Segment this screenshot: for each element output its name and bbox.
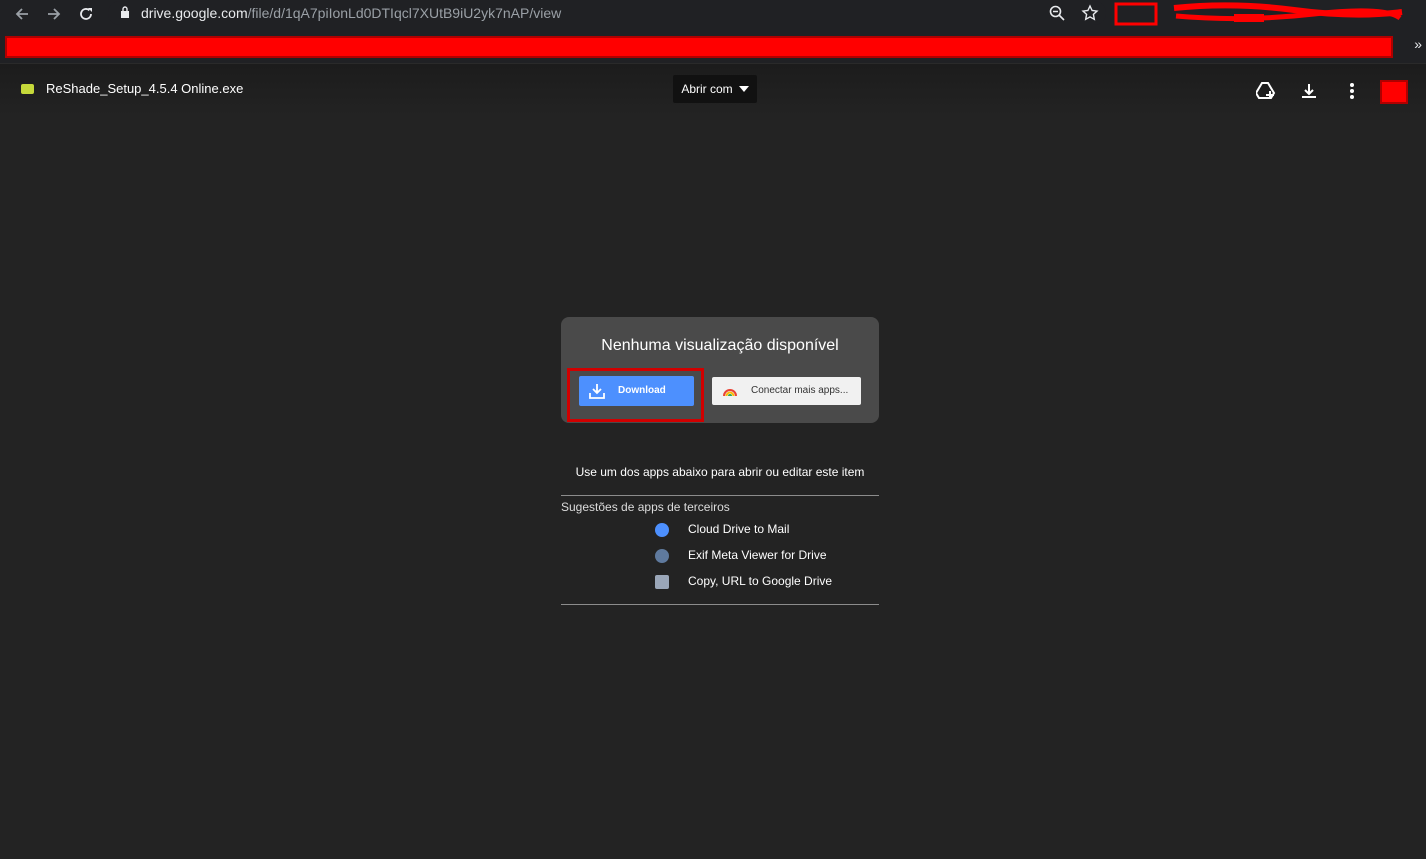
arrow-left-icon [15, 8, 28, 20]
app-label: Exif Meta Viewer for Drive [688, 548, 827, 562]
bookmarks-redaction [5, 36, 1393, 58]
app-label: Cloud Drive to Mail [688, 522, 790, 536]
url-path: /file/d/1qA7piIonLd0DTIqcl7XUtB9iU2yk7nA… [247, 5, 562, 21]
file-name: ReShade_Setup_4.5.4 Online.exe [46, 81, 244, 96]
zoom-icon[interactable] [1048, 4, 1066, 22]
connect-more-apps-button[interactable]: Conectar mais apps... [712, 377, 861, 405]
camera-app-icon [655, 549, 669, 563]
account-avatar-redacted[interactable] [1380, 80, 1408, 104]
more-bookmarks-chevron[interactable]: » [1414, 36, 1422, 52]
reload-icon [80, 8, 92, 20]
download-icon [1302, 84, 1316, 98]
download-header-button[interactable] [1298, 80, 1320, 102]
open-with-label: Abrir com [681, 82, 733, 96]
mail-app-icon [655, 523, 669, 537]
star-icon[interactable] [1081, 4, 1099, 22]
more-options-button[interactable] [1341, 80, 1363, 102]
arrow-right-icon [48, 8, 61, 20]
divider-top [561, 495, 879, 496]
download-highlight-box [567, 368, 704, 422]
forward-button[interactable] [44, 4, 64, 24]
url-host: drive.google.com [141, 5, 248, 21]
add-to-drive-button[interactable] [1255, 80, 1277, 102]
open-with-button[interactable]: Abrir com [673, 75, 757, 103]
browser-toolbar: drive.google.com/file/d/1qA7piIonLd0DTIq… [0, 0, 1426, 28]
add-to-drive-icon [1256, 82, 1276, 99]
url-text: drive.google.com/file/d/1qA7piIonLd0DTIq… [141, 5, 561, 21]
suggestions-title: Sugestões de apps de terceiros [561, 500, 730, 514]
copy-url-app-icon [655, 575, 669, 589]
rainbow-app-icon [723, 389, 737, 397]
divider-bottom [561, 604, 879, 605]
exe-file-icon [21, 84, 34, 94]
apps-hint: Use um dos apps abaixo para abrir ou edi… [575, 465, 865, 479]
redaction-scribble [1114, 2, 1403, 26]
address-bar[interactable]: drive.google.com/file/d/1qA7piIonLd0DTIq… [108, 1, 1106, 25]
viewer-header: ReShade_Setup_4.5.4 Online.exe Abrir com [0, 64, 1426, 116]
extensions-area-redacted [1114, 2, 1404, 26]
connect-more-apps-label: Conectar mais apps... [751, 385, 849, 396]
more-vert-icon [1350, 83, 1354, 99]
caret-down-icon [738, 86, 749, 92]
lock-icon [121, 6, 129, 18]
no-preview-title: Nenhuma visualização disponível [601, 337, 839, 354]
back-button[interactable] [12, 4, 32, 24]
app-label: Copy, URL to Google Drive [688, 574, 833, 588]
reload-button[interactable] [76, 4, 96, 24]
